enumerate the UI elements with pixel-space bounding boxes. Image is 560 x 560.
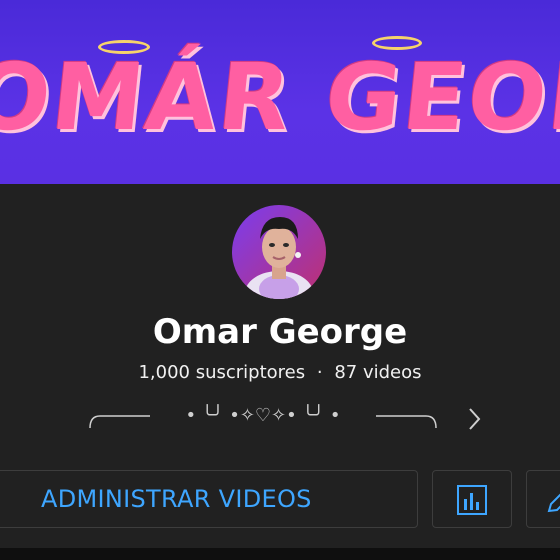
channel-banner: OMÁR GEORGE	[0, 0, 560, 184]
channel-description[interactable]: • ╰╯ •✧♡✧• ╰╯ •	[88, 404, 438, 434]
banner-title: OMÁR GEORGE	[0, 44, 560, 151]
bar-chart-icon	[457, 485, 487, 515]
pencil-icon	[547, 493, 560, 513]
chevron-right-icon[interactable]	[464, 406, 484, 432]
channel-name: Omar George	[152, 312, 408, 352]
stats-separator: ·	[316, 362, 323, 383]
video-count: 87 videos	[334, 362, 422, 383]
channel-stats: 1,000 suscriptores · 87 videos	[0, 362, 560, 383]
decorative-text: • ╰╯ •✧♡✧• ╰╯ •	[185, 405, 341, 426]
manage-videos-label: ADMINISTRAR VIDEOS	[41, 485, 312, 513]
content-preview-strip	[0, 548, 560, 560]
analytics-button[interactable]	[432, 470, 512, 528]
subscriber-count: 1,000 suscriptores	[138, 362, 306, 383]
manage-videos-button[interactable]: ADMINISTRAR VIDEOS	[0, 470, 418, 528]
edit-channel-button[interactable]	[526, 470, 560, 528]
avatar[interactable]	[232, 205, 326, 299]
